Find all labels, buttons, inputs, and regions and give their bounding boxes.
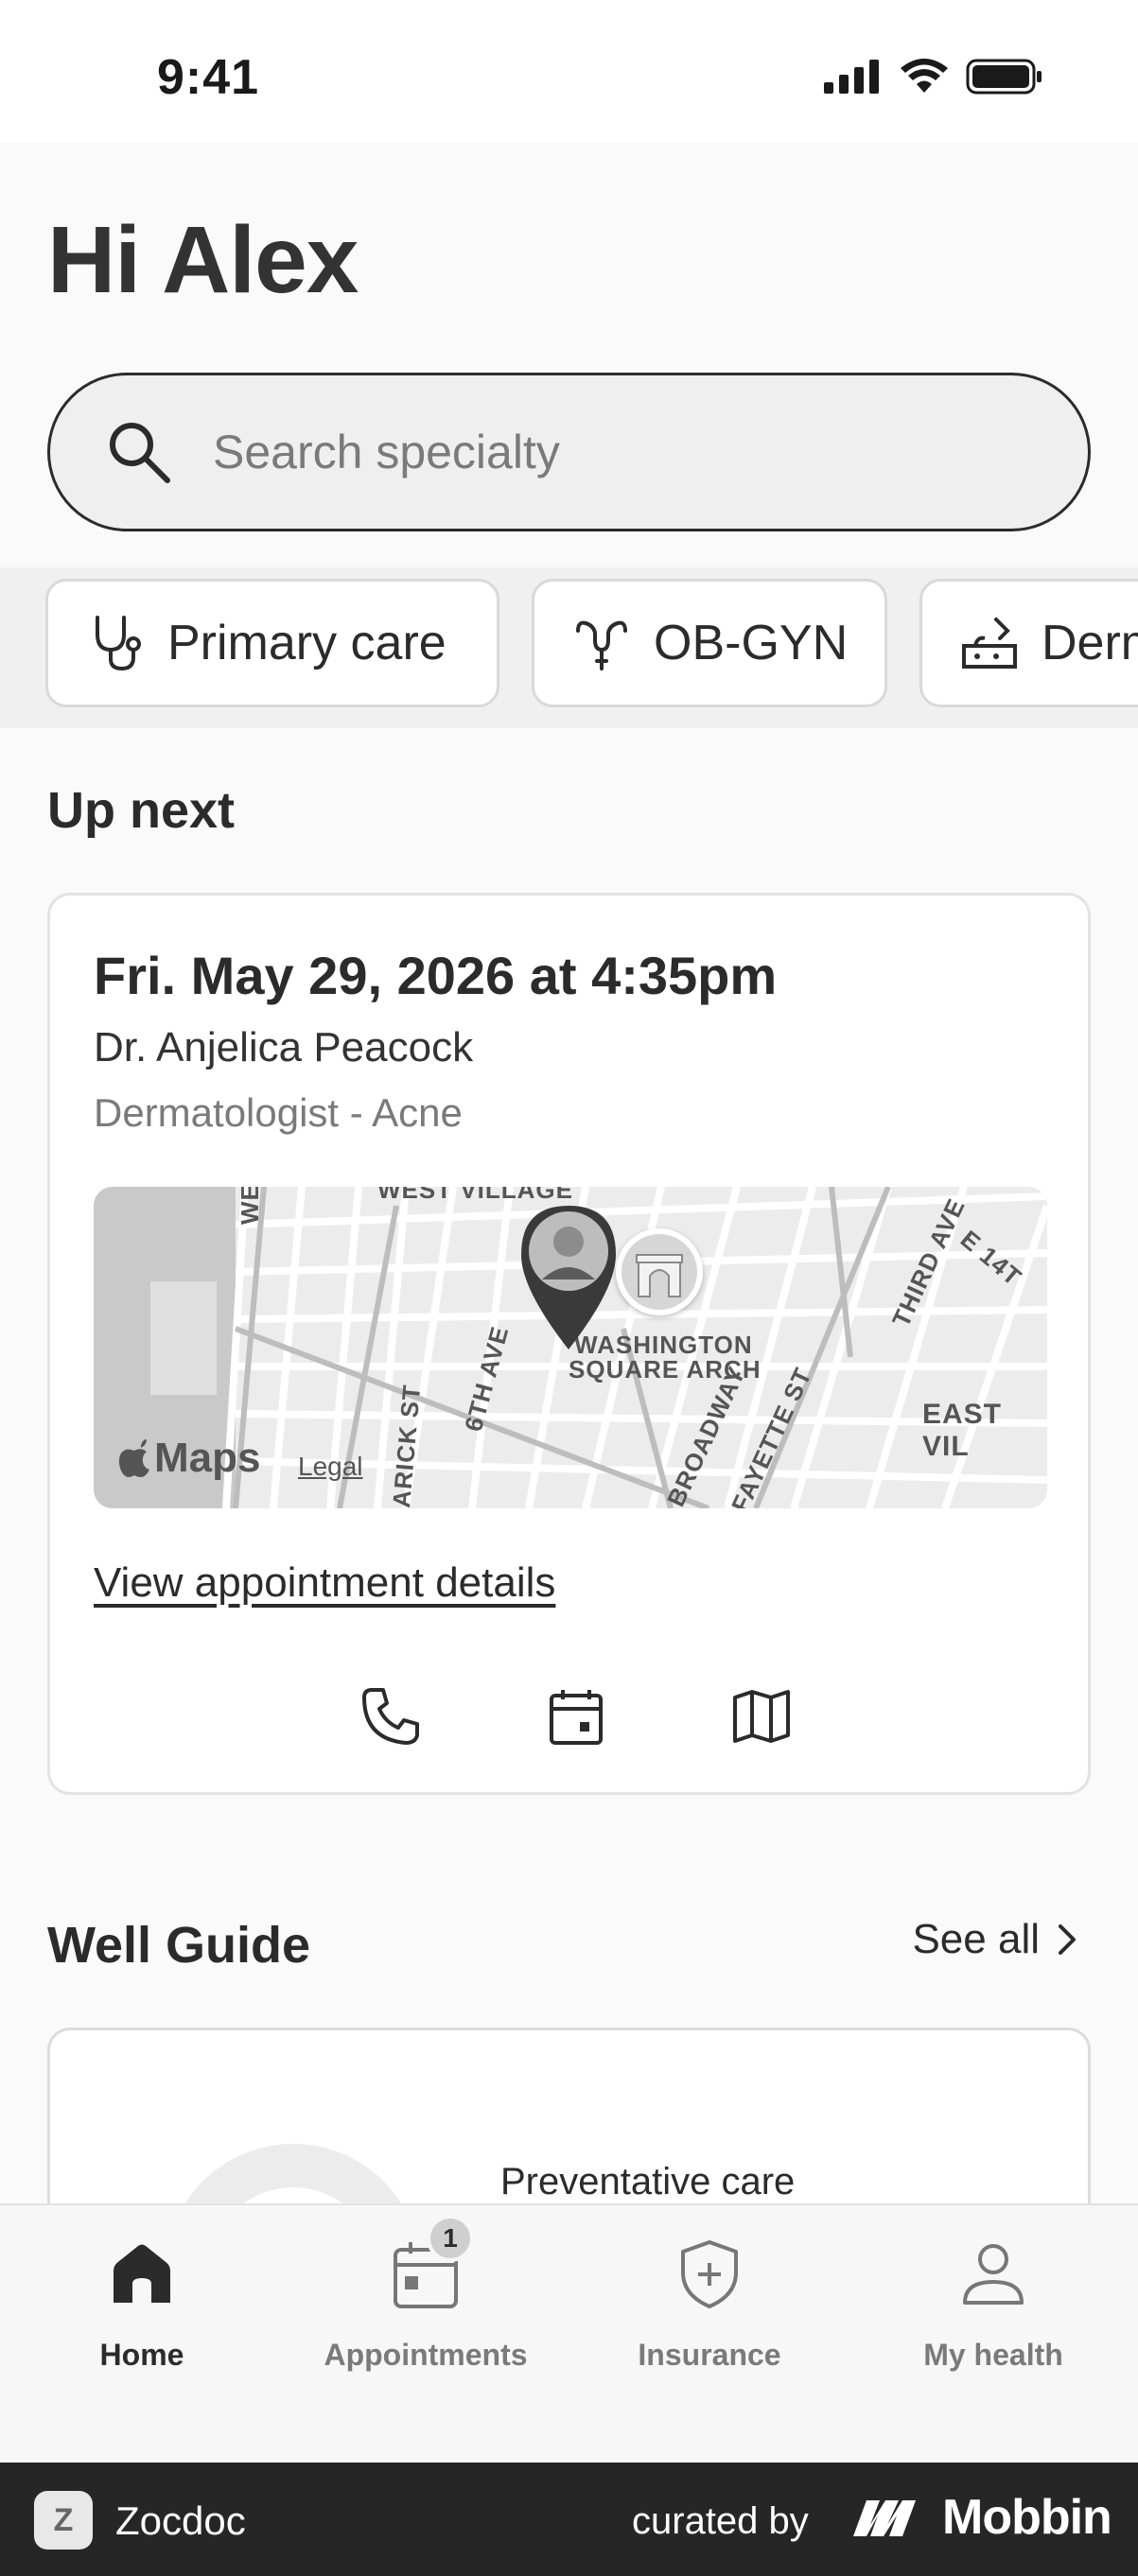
calendar-icon	[550, 1690, 603, 1745]
location-pin-icon	[521, 1206, 616, 1349]
add-to-calendar-button[interactable]	[540, 1680, 612, 1752]
tab-my-health[interactable]: My health	[851, 2232, 1135, 2421]
map-label-east-village: EAST VIL	[922, 1399, 1003, 1462]
footer-app-name: Zocdoc	[115, 2498, 246, 2543]
zocdoc-logo: Z	[34, 2491, 93, 2550]
doctor-specialty: Dermatologist - Acne	[94, 1090, 463, 1135]
status-time: 9:41	[157, 50, 260, 105]
person-icon	[963, 2244, 1024, 2305]
search-placeholder: Search specialty	[213, 426, 560, 479]
mobbin-mark-icon	[853, 2500, 916, 2536]
mobbin-text: Mobbin	[942, 2490, 1112, 2545]
search-icon	[110, 423, 170, 483]
home-icon	[114, 2244, 170, 2303]
chip-label: Derm	[1042, 616, 1138, 670]
view-appointment-details-link[interactable]: View appointment details	[94, 1559, 555, 1607]
map-label-west: WEST	[236, 1187, 264, 1225]
dermatology-icon	[962, 618, 1017, 669]
chip-ob-gyn[interactable]: OB-GYN	[532, 579, 887, 707]
maps-logo-text: Maps	[154, 1435, 261, 1481]
stethoscope-icon	[96, 616, 141, 671]
up-next-title: Up next	[47, 782, 236, 839]
tab-appointments[interactable]: 1 Appointments	[284, 2215, 568, 2421]
appointment-datetime: Fri. May 29, 2026 at 4:35pm	[94, 946, 778, 1005]
uterus-icon	[576, 620, 627, 670]
guide-card-title: Preventative care	[500, 2161, 796, 2202]
map-icon	[733, 1690, 790, 1743]
wifi-icon	[901, 59, 948, 93]
appointment-actions	[50, 1680, 1088, 1756]
tab-home[interactable]: Home	[0, 2232, 284, 2421]
apple-logo-icon	[118, 1439, 149, 1477]
maps-logo: Maps	[118, 1435, 260, 1482]
chip-dermatology[interactable]: Derm	[919, 579, 1138, 707]
bottom-tab-bar: Home 1 Appointments Insurance My health	[0, 2203, 1138, 2463]
map-legal-link[interactable]: Legal	[298, 1452, 363, 1482]
appointments-badge: 1	[427, 2215, 474, 2262]
tab-label: Home	[99, 2338, 184, 2372]
footer-bar: Z Zocdoc curated by Mobbin	[0, 2463, 1138, 2576]
status-icons	[824, 59, 1043, 95]
search-specialty-input[interactable]: Search specialty	[47, 373, 1091, 531]
chip-label: Primary care	[167, 616, 446, 670]
call-button[interactable]	[355, 1680, 427, 1752]
see-all-label: See all	[912, 1916, 1040, 1962]
insurance-shield-icon	[681, 2240, 738, 2308]
landmark-arch-icon	[616, 1228, 703, 1315]
signal-icon	[824, 60, 879, 94]
tab-insurance[interactable]: Insurance	[568, 2232, 851, 2421]
see-all-link[interactable]: See all	[912, 1916, 1077, 1963]
doctor-name: Dr. Anjelica Peacock	[94, 1024, 474, 1070]
status-bar: 9:41	[0, 0, 1138, 142]
chevron-right-icon	[1059, 1924, 1076, 1955]
battery-icon	[966, 59, 1042, 95]
greeting-title: Hi Alex	[47, 207, 359, 313]
open-map-button[interactable]	[726, 1680, 797, 1752]
well-guide-title: Well Guide	[47, 1917, 311, 1974]
tab-label: Insurance	[638, 2338, 781, 2372]
chip-label: OB-GYN	[654, 616, 849, 670]
mobbin-logo: Mobbin	[851, 2489, 1112, 2546]
phone-icon	[362, 1688, 419, 1745]
specialty-chips: Primary care OB-GYN Derm	[0, 567, 1138, 728]
appointment-card[interactable]: Fri. May 29, 2026 at 4:35pm Dr. Anjelica…	[47, 893, 1091, 1795]
tab-label: My health	[923, 2338, 1063, 2372]
appointment-map[interactable]: WEST VILLAGE WEST WASHINGTON SQUARE ARCH…	[94, 1187, 1047, 1508]
chip-primary-care[interactable]: Primary care	[45, 579, 499, 707]
tab-label: Appointments	[324, 2338, 528, 2372]
footer-curated-by: curated by	[632, 2500, 809, 2542]
